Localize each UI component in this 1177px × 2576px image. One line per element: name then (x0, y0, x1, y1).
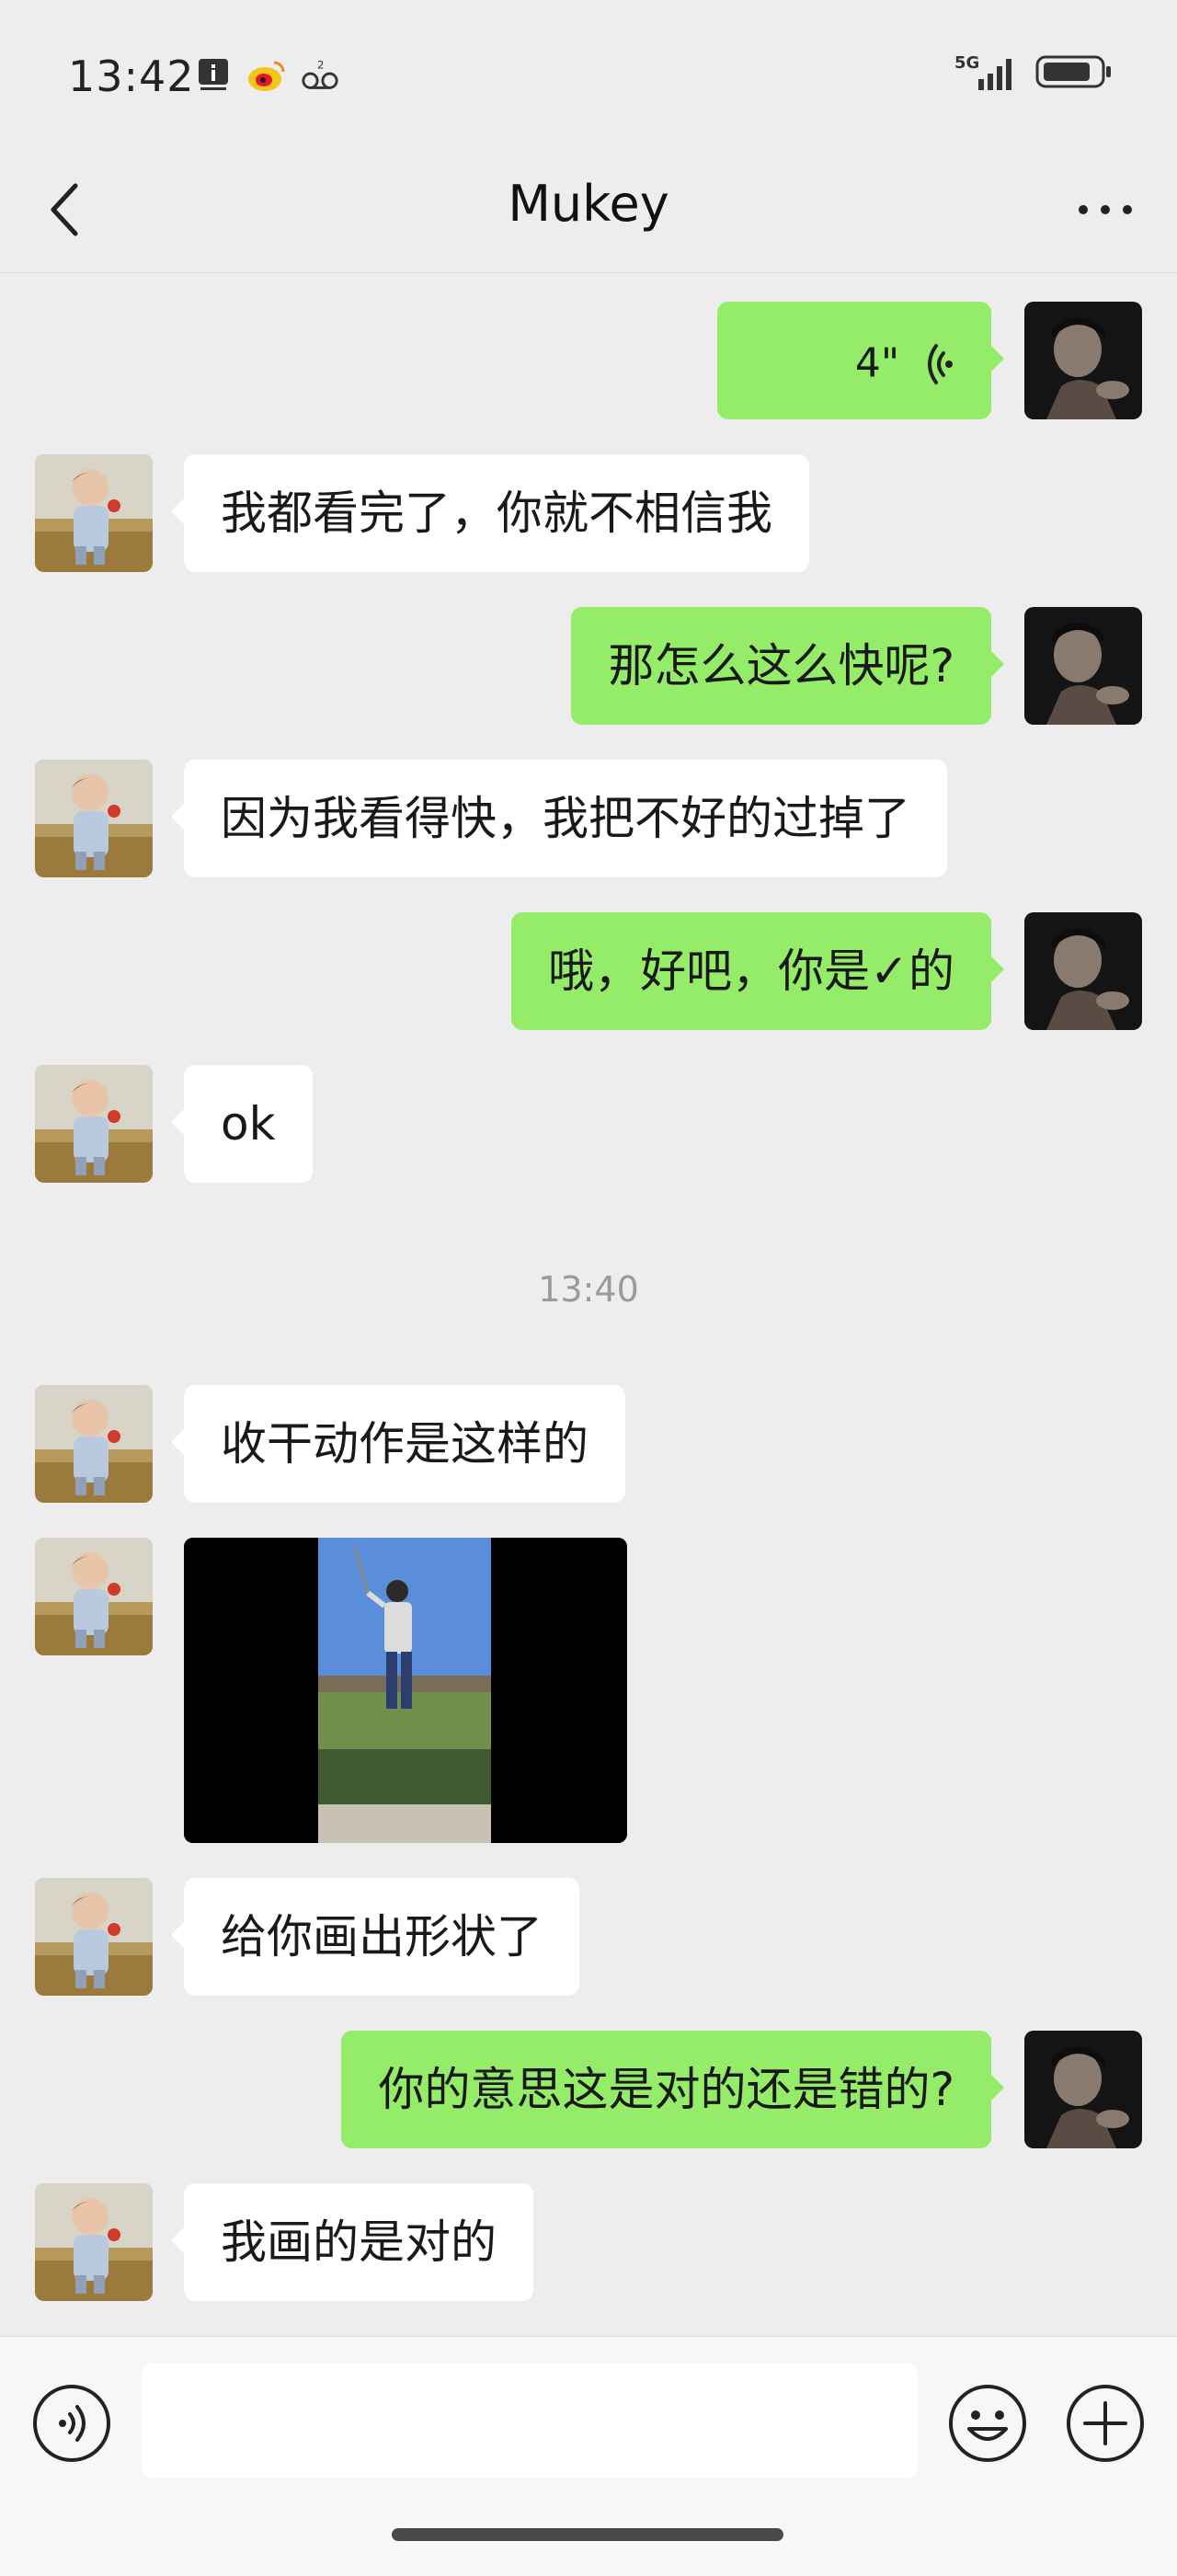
received-message: 我画的是对的 (171, 2183, 533, 2301)
contact-avatar[interactable] (35, 1065, 153, 1183)
sent-message: 那怎么这么快呢? (571, 607, 1004, 725)
message-input[interactable] (142, 2363, 918, 2479)
chat-header: Mukey (0, 147, 1177, 273)
voice-input-button[interactable] (31, 2383, 112, 2464)
home-indicator[interactable] (392, 2528, 783, 2541)
sent-message: 哦，好吧，你是✓的 (511, 912, 1004, 1030)
info-notification-icon (193, 55, 234, 96)
signal-5g-icon: 5G (954, 53, 1019, 94)
more-dots-icon (1079, 205, 1132, 214)
emoji-icon (949, 2385, 1026, 2462)
voice-duration: 4" (854, 339, 900, 387)
status-time: 13:42 (68, 52, 195, 101)
voice-wave-icon (928, 343, 953, 384)
received-message: 我都看完了，你就不相信我 (171, 454, 809, 572)
voicemail-icon: 2 (300, 55, 340, 96)
video-message[interactable] (184, 1538, 627, 1843)
video-thumbnail (184, 1538, 627, 1843)
received-message: 因为我看得快，我把不好的过掉了 (171, 760, 947, 877)
received-message: 收干动作是这样的 (171, 1385, 625, 1503)
sent-message: 你的意思这是对的还是错的? (341, 2031, 1004, 2148)
svg-text:2: 2 (317, 58, 324, 71)
my-avatar[interactable] (1024, 912, 1142, 1030)
my-avatar[interactable] (1024, 2031, 1142, 2148)
my-avatar[interactable] (1024, 302, 1142, 419)
contact-avatar[interactable] (35, 2183, 153, 2301)
emoji-button[interactable] (947, 2383, 1028, 2464)
chat-timestamp: 13:40 (538, 1269, 639, 1310)
chat-title: Mukey (508, 175, 669, 233)
voice-message-bubble[interactable]: 4" (717, 302, 1004, 419)
contact-avatar[interactable] (35, 1538, 153, 1655)
contact-avatar[interactable] (35, 760, 153, 877)
battery-icon (1035, 53, 1113, 94)
contact-avatar[interactable] (35, 1878, 153, 1996)
input-bar (0, 2336, 1177, 2576)
status-bar: 13:42 2 5G (0, 0, 1177, 147)
my-avatar[interactable] (1024, 607, 1142, 725)
contact-avatar[interactable] (35, 1385, 153, 1503)
weibo-notification-icon (246, 55, 287, 96)
received-message: 给你画出形状了 (171, 1878, 579, 1996)
received-message: ok (171, 1065, 313, 1183)
more-functions-button[interactable] (1065, 2383, 1146, 2464)
contact-avatar[interactable] (35, 454, 153, 572)
voice-icon (33, 2385, 110, 2462)
plus-icon (1067, 2385, 1144, 2462)
more-options-button[interactable] (1068, 173, 1142, 246)
